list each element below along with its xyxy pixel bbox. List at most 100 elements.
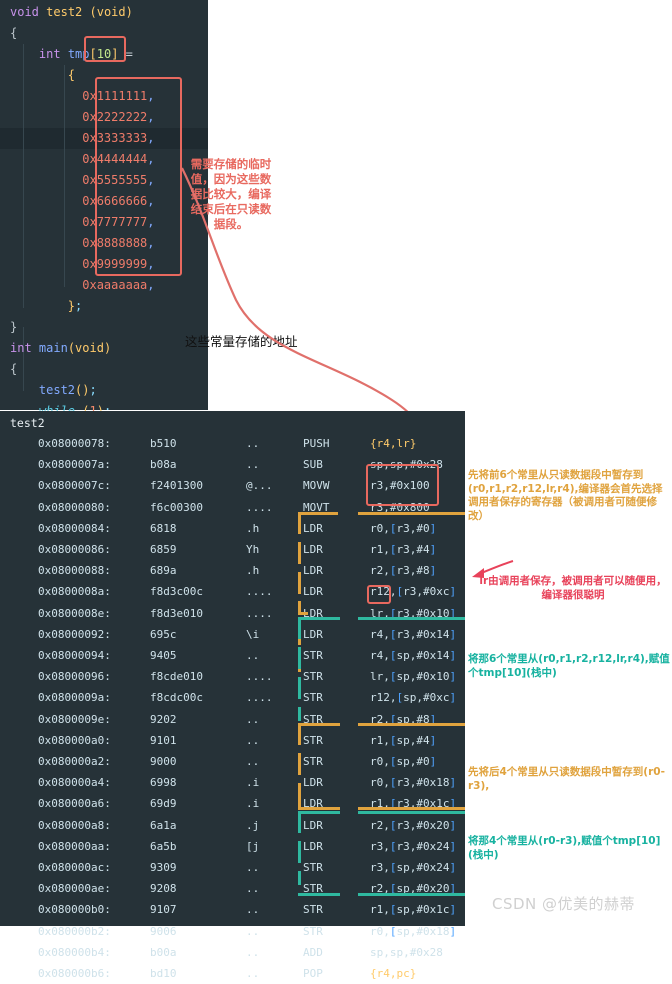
disassembly-row[interactable]: 0x08000094: 9405.. STR r4,[sp,#0x14] — [0, 645, 465, 666]
disassembly-row[interactable]: 0x080000b0: 9107.. STR r1,[sp,#0x1c] — [0, 899, 465, 920]
disassembly-panel[interactable]: test2 0x08000078: b510.. PUSH {r4,lr} 0x0800… — [0, 411, 465, 980]
code-token: { — [67, 68, 76, 82]
code-token: , — [147, 257, 155, 271]
instruction-address: 0x0800007a: — [38, 458, 111, 472]
instruction-opcode: 695c — [150, 627, 177, 641]
instruction-opcode: 9208 — [150, 882, 177, 896]
instruction-ascii: \i — [246, 627, 260, 641]
code-token: , — [147, 215, 155, 229]
instruction-operands: {r4,lr} — [370, 437, 417, 450]
code-line: 0x8888888, — [10, 233, 154, 254]
disassembly-row[interactable]: 0x08000078: b510.. PUSH {r4,lr} — [0, 433, 465, 454]
code-line: 0xaaaaaaa, — [10, 275, 154, 296]
disassembly-row[interactable]: 0x08000092: 695c \i LDR r4,[r3,#0x14] — [0, 624, 465, 645]
disassembly-row[interactable]: 0x080000ae: 9208.. STR r2,[sp,#0x20] — [0, 878, 465, 899]
instruction-mnemonic: STR — [303, 733, 323, 747]
instruction-mnemonic: STR — [303, 755, 323, 768]
disassembly-row[interactable]: 0x080000a8: 6a1a .j LDR r2,[r3,#0x20] — [0, 815, 465, 836]
instruction-address: 0x08000078: — [38, 437, 111, 450]
instruction-ascii: .. — [246, 437, 260, 450]
instruction-operands: r2,[r3,#8] — [370, 564, 437, 578]
disassembly-row[interactable]: 0x0800007a: b08a.. SUB sp,sp,#0x28 — [0, 454, 465, 475]
code-token: ; — [75, 299, 83, 313]
instruction-opcode: 9309 — [150, 861, 177, 874]
disassembly-row[interactable]: 0x0800007c: f2401300 @... MOVW r3,#0x100 — [0, 475, 465, 496]
instruction-address: 0x08000094: — [38, 649, 111, 662]
instruction-address: 0x0800008a: — [38, 585, 111, 599]
code-token: 0xaaaaaaa — [82, 278, 148, 292]
instruction-opcode: 9202 — [150, 712, 177, 726]
disassembly-row[interactable]: 0x0800008a: f8d3c00c.... LDR r12,[r3,#0xc] — [0, 581, 465, 602]
disassembly-row[interactable]: 0x080000aa: 6a5b [j LDR r3,[r3,#0x24] — [0, 836, 465, 857]
instruction-mnemonic: LDR — [303, 627, 323, 641]
instruction-ascii: Yh — [246, 543, 260, 556]
disassembly-row[interactable]: 0x0800008e: f8d3e010.... LDR lr,[r3,#0x10] — [0, 603, 465, 624]
instruction-mnemonic: STR — [303, 882, 323, 896]
instruction-address: 0x080000ac: — [38, 861, 111, 874]
code-line: 0x4444444, — [10, 149, 154, 170]
disassembly-row[interactable]: 0x08000088: 689a .h LDR r2,[r3,#8] — [0, 560, 465, 581]
instruction-operands: {r4,pc} — [370, 967, 417, 980]
code-line: 0x7777777, — [10, 212, 155, 233]
disassembly-row[interactable]: 0x08000084: 6818 .h LDR r0,[r3,#0] — [0, 518, 465, 539]
code-editor[interactable]: void test2 (void) { int tmp[10] = { 0x111… — [0, 0, 208, 439]
instruction-opcode: 6859 — [150, 543, 177, 556]
disassembly-row[interactable]: 0x0800009e: 9202.. STR r2,[sp,#8] — [0, 709, 465, 730]
instruction-address: 0x080000a8: — [38, 818, 111, 832]
instruction-ascii: .. — [246, 733, 260, 747]
instruction-address: 0x080000aa: — [38, 839, 111, 853]
code-token: (void) — [89, 5, 133, 19]
code-line: } — [10, 317, 17, 338]
disassembly-row[interactable]: 0x080000a6: 69d9 .i LDR r1,[r3,#0x1c] — [0, 793, 465, 814]
instruction-operands: r0,[sp,#0x18] — [370, 924, 457, 938]
code-line: 0x3333333, — [10, 128, 154, 149]
disassembly-row[interactable]: 0x08000080: f6c00300.... MOVT r3,#0x800 — [0, 497, 465, 518]
disassembly-row[interactable]: 0x080000b4: b00a.. ADD sp,sp,#0x28 — [0, 942, 465, 963]
instruction-operands: r1,[r3,#0x1c] — [370, 797, 457, 811]
instruction-operands: r1,[sp,#0x1c] — [370, 903, 457, 917]
instruction-opcode: b510 — [150, 437, 177, 450]
disassembly-row[interactable]: 0x080000a0: 9101.. STR r1,[sp,#4] — [0, 730, 465, 751]
instruction-address: 0x0800008e: — [38, 606, 111, 620]
code-token: } — [10, 320, 18, 334]
code-token: test2 — [46, 5, 83, 19]
instruction-ascii: .... — [246, 691, 273, 705]
instruction-address: 0x08000086: — [38, 543, 111, 556]
code-token: = — [118, 47, 133, 61]
instruction-address: 0x080000a2: — [38, 755, 111, 768]
instruction-opcode: 6a5b — [150, 839, 177, 853]
code-line: { — [10, 65, 75, 86]
disassembly-row[interactable]: 0x080000ac: 9309.. STR r3,[sp,#0x24] — [0, 857, 465, 878]
disassembly-row[interactable]: 0x080000a4: 6998 .i LDR r0,[r3,#0x18] — [0, 772, 465, 793]
lr-arrow-curve — [478, 560, 514, 575]
instruction-operands: r12,[r3,#0xc] — [370, 585, 457, 599]
instruction-opcode: 9000 — [150, 755, 177, 768]
instruction-mnemonic: STR — [303, 712, 323, 726]
disassembly-row[interactable]: 0x080000b6: bd10.. POP {r4,pc} — [0, 963, 465, 984]
disassembly-row[interactable]: 0x080000b2: 9006.. STR r0,[sp,#0x18] — [0, 921, 465, 942]
instruction-opcode: b08a — [150, 458, 177, 472]
instruction-mnemonic: LDR — [303, 797, 323, 811]
instruction-mnemonic: STR — [303, 649, 323, 662]
instruction-operands: lr,[sp,#0x10] — [370, 670, 457, 684]
instruction-mnemonic: POP — [303, 967, 323, 980]
code-token: (void) — [67, 341, 112, 355]
disassembly-row[interactable]: 0x08000086: 6859 Yh LDR r1,[r3,#4] — [0, 539, 465, 560]
code-token: { — [10, 362, 18, 376]
instruction-address: 0x080000a4: — [38, 776, 111, 790]
annotation-note-2: lr由调用者保存，被调用者可以随便用，编译器很聪明 — [479, 575, 667, 601]
instruction-address: 0x0800007c: — [38, 479, 111, 493]
disassembly-row[interactable]: 0x08000096: f8cde010.... STR lr,[sp,#0x10] — [0, 666, 465, 687]
disassembly-row[interactable]: 0x0800009a: f8cdc00c.... STR r12,[sp,#0xc] — [0, 687, 465, 708]
instruction-operands: r1,[sp,#4] — [370, 733, 437, 747]
instruction-address: 0x080000ae: — [38, 882, 111, 896]
instruction-mnemonic: LDR — [303, 543, 323, 556]
code-token: , — [147, 173, 155, 187]
code-token: { — [10, 26, 18, 40]
disassembly-row[interactable]: 0x080000a2: 9000.. STR r0,[sp,#0] — [0, 751, 465, 772]
instruction-mnemonic: LDR — [303, 776, 323, 790]
instruction-operands: r2,[sp,#0x20] — [370, 882, 457, 896]
